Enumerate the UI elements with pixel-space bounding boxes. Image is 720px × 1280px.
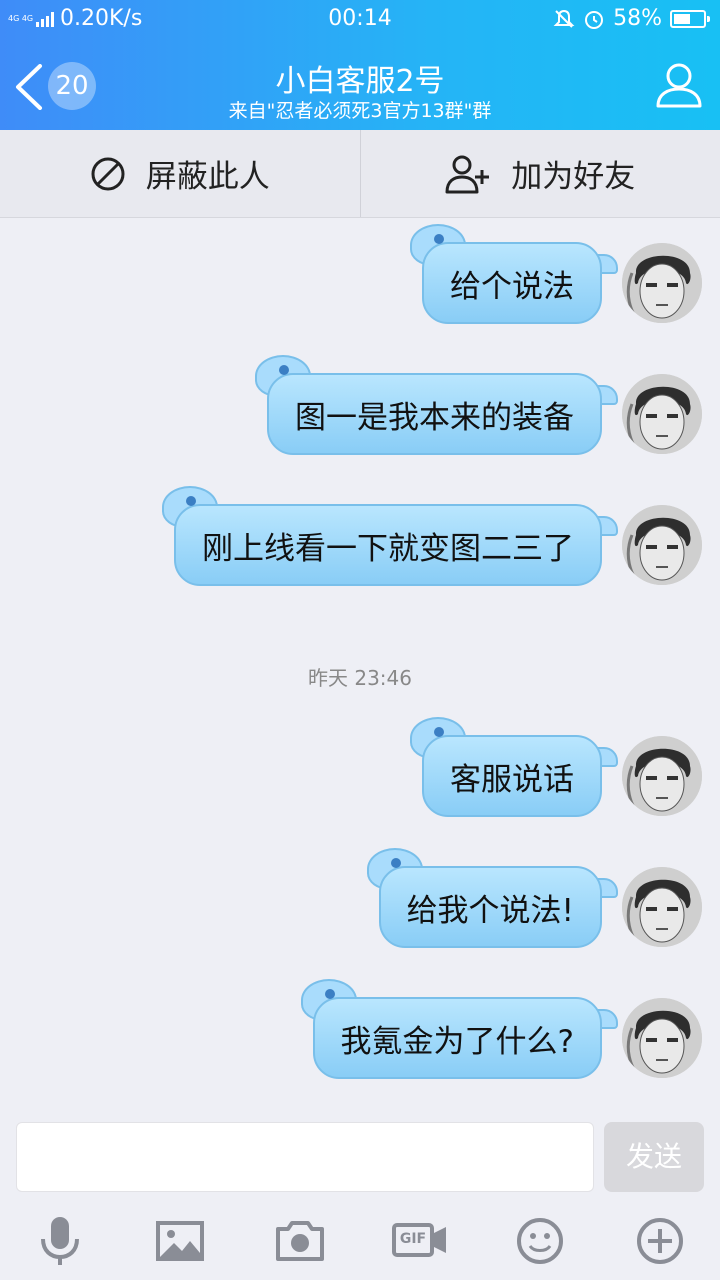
photo-button[interactable] xyxy=(154,1215,206,1267)
block-user-button[interactable]: 屏蔽此人 xyxy=(0,130,360,217)
gif-label: GIF xyxy=(399,1231,427,1247)
add-person-icon xyxy=(445,155,490,193)
chat-title: 小白客服2号 xyxy=(275,64,445,99)
message-bubble[interactable]: 图一是我本来的装备 xyxy=(255,355,618,455)
message-input[interactable] xyxy=(16,1122,594,1192)
voice-button[interactable] xyxy=(34,1215,86,1267)
message-text: 图一是我本来的装备 xyxy=(267,373,602,455)
profile-button[interactable] xyxy=(654,60,704,110)
status-bar: 4G 4G 0.20K/s 00:14 58% xyxy=(0,0,720,40)
camera-button[interactable] xyxy=(274,1215,326,1267)
more-button[interactable] xyxy=(634,1215,686,1267)
message-row: 我氪金为了什么? xyxy=(300,979,702,1079)
message-timestamp: 昨天 23:46 xyxy=(308,666,412,690)
emoji-button[interactable] xyxy=(514,1215,566,1267)
battery-percent: 58% xyxy=(613,6,662,31)
block-user-label: 屏蔽此人 xyxy=(145,159,270,195)
chat-header: 4G 4G 0.20K/s 00:14 58% 20 小白客服2号 来自"忍者必… xyxy=(0,0,720,130)
action-bar: 屏蔽此人 加为好友 xyxy=(0,130,720,218)
message-bubble[interactable]: 客服说话 xyxy=(410,717,618,817)
message-text: 给个说法 xyxy=(422,242,602,324)
message-text: 客服说话 xyxy=(422,735,602,817)
avatar[interactable] xyxy=(622,374,702,454)
person-icon xyxy=(656,63,702,108)
avatar[interactable] xyxy=(622,505,702,585)
message-text: 给我个说法! xyxy=(378,866,602,948)
message-row: 给个说法 xyxy=(410,224,702,324)
message-bubble[interactable]: 给我个说法! xyxy=(366,848,618,948)
message-row: 图一是我本来的装备 xyxy=(255,355,702,455)
send-button[interactable]: 发送 xyxy=(604,1122,704,1192)
add-friend-label: 加为好友 xyxy=(511,159,636,195)
battery-icon xyxy=(670,9,710,28)
chat-subtitle: 来自"忍者必须死3官方13群"群 xyxy=(228,100,492,122)
avatar[interactable] xyxy=(622,736,702,816)
input-toolbar: GIF xyxy=(0,1205,720,1280)
add-friend-button[interactable]: 加为好友 xyxy=(359,130,720,217)
message-text: 我氪金为了什么? xyxy=(312,997,602,1079)
message-row: 刚上线看一下就变图二三了 xyxy=(162,486,702,586)
mute-icon xyxy=(553,9,575,28)
camera-icon xyxy=(276,1221,324,1261)
avatar[interactable] xyxy=(622,243,702,323)
block-icon xyxy=(91,157,125,190)
image-icon xyxy=(156,1221,204,1261)
message-text: 刚上线看一下就变图二三了 xyxy=(174,504,602,586)
message-row: 客服说话 xyxy=(410,717,702,817)
microphone-icon xyxy=(41,1217,79,1265)
plus-icon xyxy=(637,1218,683,1264)
alarm-icon xyxy=(585,10,604,29)
message-bubble[interactable]: 给个说法 xyxy=(410,224,618,324)
message-row: 给我个说法! xyxy=(366,848,702,948)
avatar[interactable] xyxy=(622,867,702,947)
message-bubble[interactable]: 刚上线看一下就变图二三了 xyxy=(162,486,618,586)
gif-button[interactable]: GIF xyxy=(392,1215,448,1267)
message-bubble[interactable]: 我氪金为了什么? xyxy=(300,979,618,1079)
emoji-icon xyxy=(517,1218,563,1264)
avatar[interactable] xyxy=(622,998,702,1078)
